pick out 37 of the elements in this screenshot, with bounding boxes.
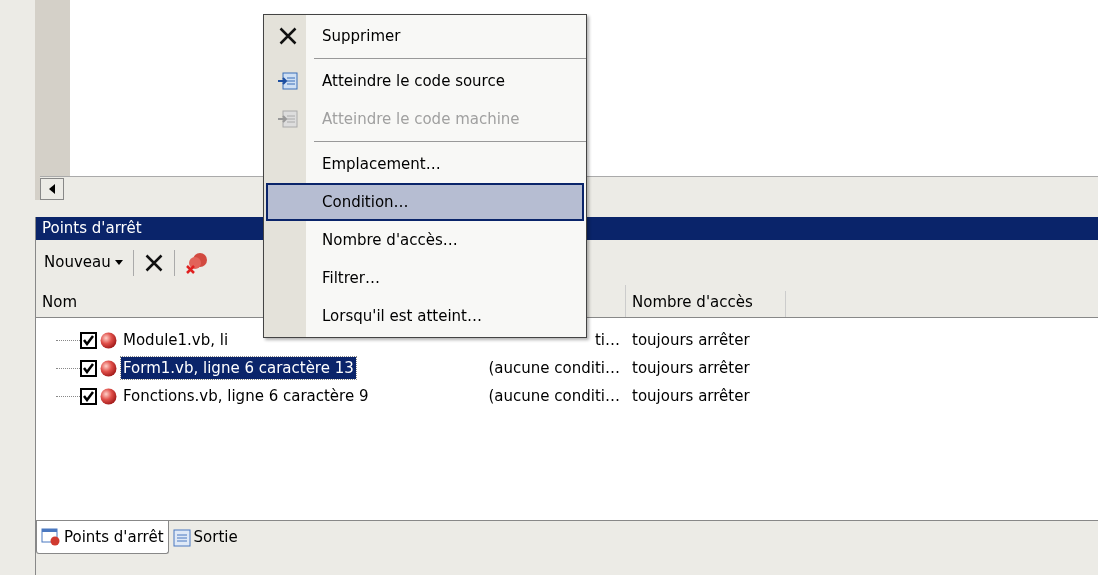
menu-item[interactable]: Condition…	[266, 183, 584, 221]
hit-count-cell-text: toujours arrêter	[631, 385, 751, 407]
check-icon	[83, 390, 94, 402]
tab[interactable]: Points d'arrêt	[36, 521, 169, 554]
menu-item[interactable]: Atteindre le code source	[266, 62, 584, 100]
checkbox[interactable]	[80, 359, 97, 377]
breakpoint-icon	[100, 387, 117, 405]
breakpoint-name[interactable]: Fonctions.vb, ligne 6 caractère 9	[121, 384, 371, 408]
column-header[interactable]: Nombre d'accès	[626, 290, 786, 317]
tab[interactable]: Sortie	[168, 521, 242, 554]
breakpoint-name[interactable]: Module1.vb, li	[121, 328, 231, 352]
document-lines-icon	[172, 528, 191, 547]
checkbox[interactable]	[80, 387, 97, 405]
new-dropdown-button[interactable]: Nouveau	[42, 251, 125, 274]
breakpoint-icon	[100, 331, 117, 349]
checkbox[interactable]	[80, 331, 97, 349]
panel-title: Points d'arrêt	[42, 218, 142, 240]
arrow-into-document-icon	[277, 71, 299, 91]
caret-icon	[114, 260, 123, 265]
left-triangle-icon	[48, 183, 56, 194]
menu-item[interactable]: Nombre d'accès…	[266, 221, 584, 259]
menu-item[interactable]: Emplacement…	[266, 145, 584, 183]
check-icon	[83, 334, 94, 346]
breakpoint-icon	[100, 359, 117, 377]
close-icon	[143, 252, 164, 273]
arrow-into-document-icon	[277, 109, 299, 129]
hit-count-cell-text: toujours arrêter	[631, 329, 751, 351]
hit-count-cell-text: toujours arrêter	[631, 357, 751, 379]
scroll-left-button[interactable]	[40, 177, 64, 200]
breakpoint-name[interactable]: Form1.vb, ligne 6 caractère 13	[121, 356, 356, 380]
breakpoints-with-cross-icon	[184, 250, 209, 275]
close-icon	[278, 26, 298, 46]
condition-cell-text: (aucune conditi…	[487, 385, 621, 407]
menu-item[interactable]: Supprimer	[266, 17, 584, 55]
check-icon	[83, 362, 94, 374]
condition-cell-text: (aucune conditi…	[487, 357, 621, 379]
condition-cell-text: ti…	[593, 329, 621, 351]
